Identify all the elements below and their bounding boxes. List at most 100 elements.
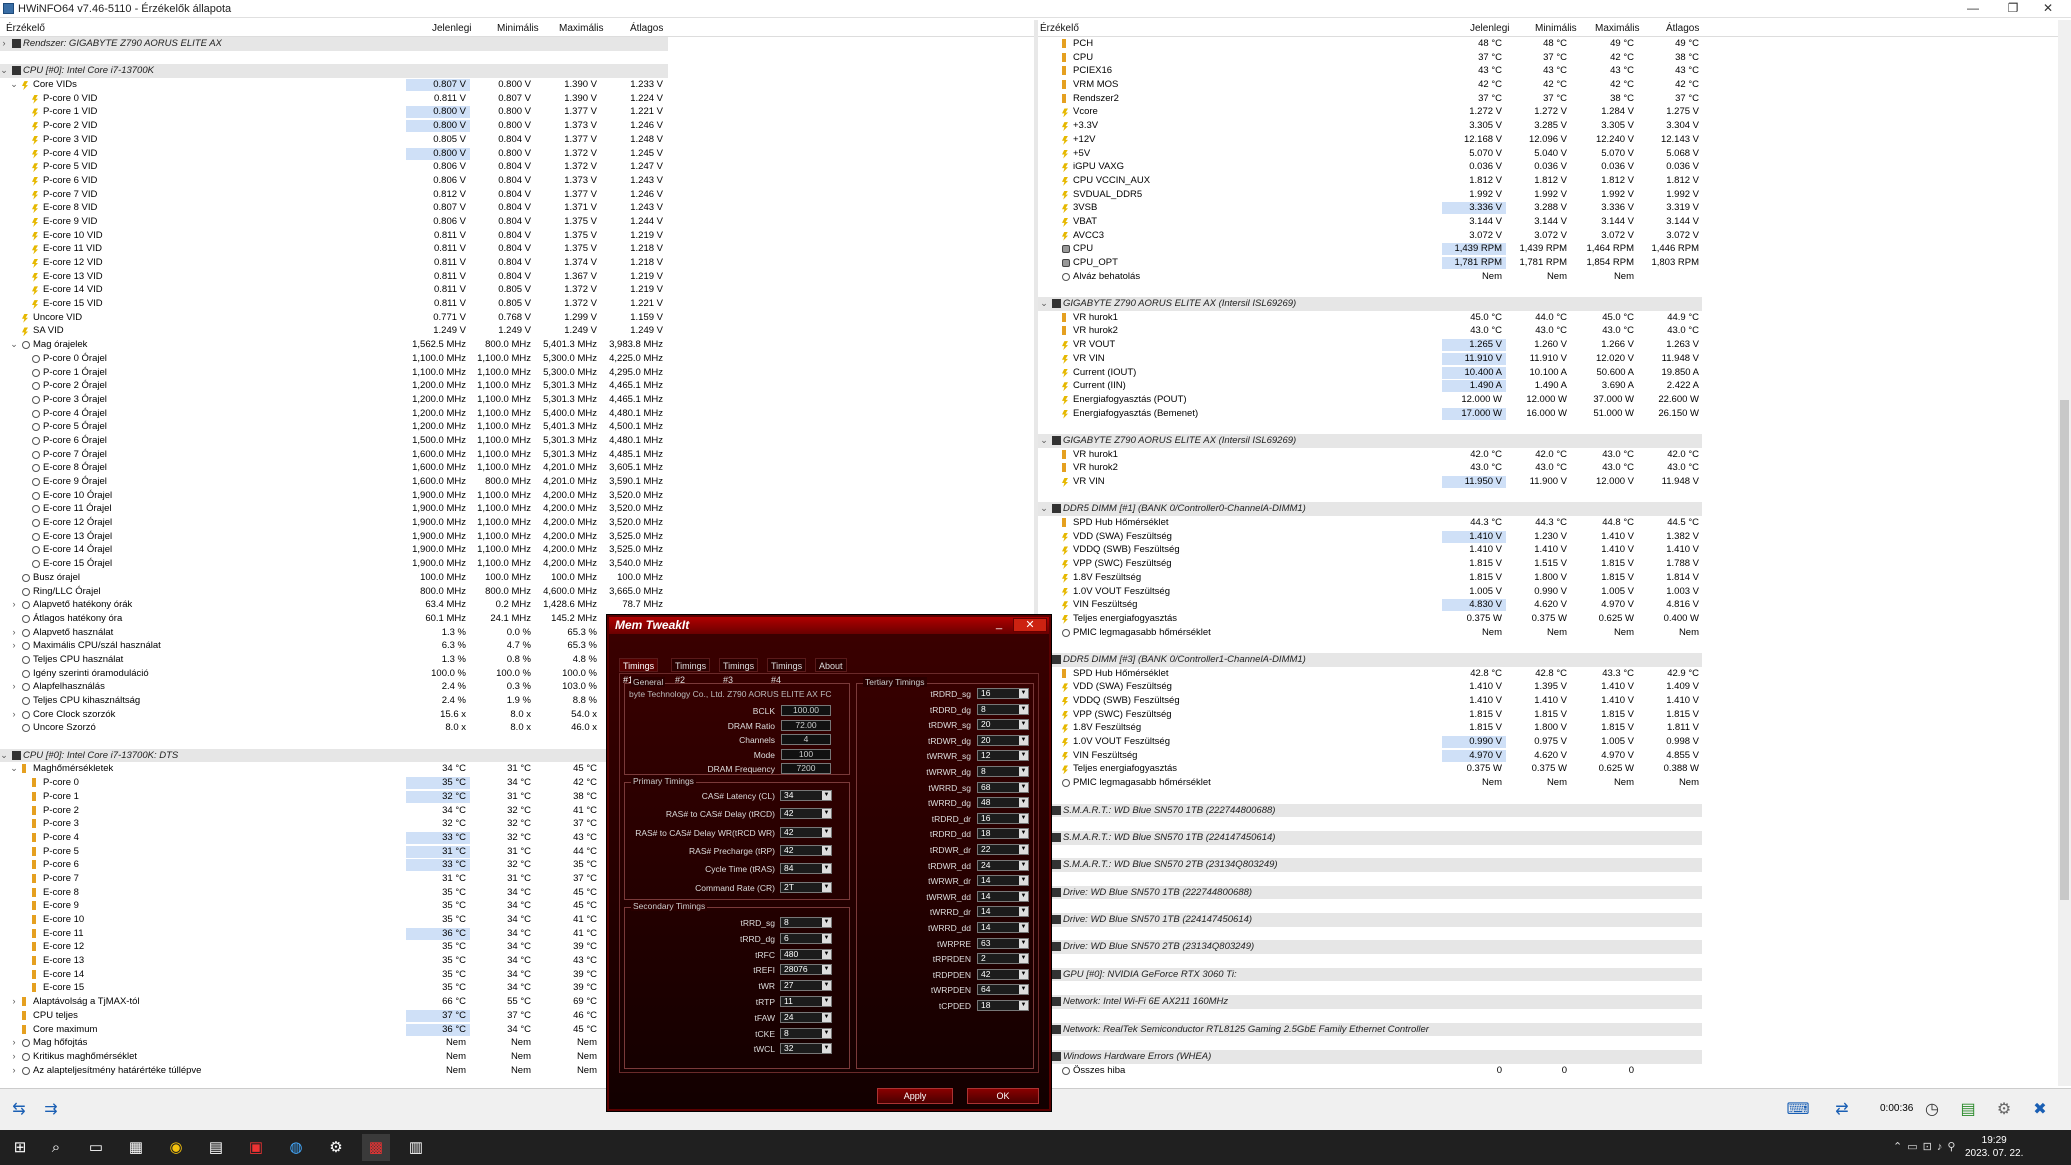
sensor-row[interactable]: P-core 5 VID 0.806 V 0.804 V 1.372 V 1.247 V bbox=[0, 160, 1034, 174]
timing-value-field[interactable]: 8 ▼ bbox=[780, 1027, 832, 1039]
dropdown-arrow-icon[interactable]: ▼ bbox=[1019, 954, 1028, 964]
sensor-row[interactable]: E-core 8 Órajel 1,600.0 MHz 1,100.0 MHz 4,2… bbox=[0, 461, 1034, 475]
expand-toggle-icon[interactable]: › bbox=[10, 1036, 18, 1050]
timing-value-field[interactable]: 100.00 bbox=[781, 705, 831, 716]
timing-value-field[interactable]: 63 ▼ bbox=[977, 937, 1029, 949]
system-tray[interactable]: ⌃▭⊡♪⚲ bbox=[1893, 1140, 1960, 1153]
dropdown-arrow-icon[interactable]: ▼ bbox=[1019, 704, 1028, 714]
sensor-row[interactable]: 1.0V VOUT Feszültség 1.005 V 0.990 V 1.005 … bbox=[1038, 585, 2058, 599]
dropdown-arrow-icon[interactable]: ▼ bbox=[1019, 938, 1028, 948]
sensor-group-row[interactable]: › Rendszer: GIGABYTE Z790 AORUS ELITE AX bbox=[0, 37, 1034, 51]
sensor-row[interactable]: VBAT 3.144 V 3.144 V 3.144 V 3.144 V bbox=[1038, 215, 2058, 229]
sensor-row[interactable]: VPP (SWC) Feszültség 1.815 V 1.515 V 1.815 … bbox=[1038, 557, 2058, 571]
sensor-row[interactable]: VR VIN 11.950 V 11.900 V 12.000 V 11.948 V bbox=[1038, 475, 2058, 489]
col-maximum[interactable]: Maximális bbox=[1595, 23, 1639, 34]
sensor-group-row[interactable]: Drive: WD Blue SN570 1TB (224147450614) bbox=[1038, 913, 2058, 927]
dropdown-arrow-icon[interactable]: ▼ bbox=[1019, 720, 1028, 730]
right-sensor-pane[interactable]: Érzékelő Jelenlegi Minimális Maximális Á… bbox=[1038, 20, 2058, 1086]
sensor-row[interactable]: P-core 6 VID 0.806 V 0.804 V 1.373 V 1.243 V bbox=[0, 174, 1034, 188]
timing-value-field[interactable]: 12 ▼ bbox=[977, 750, 1029, 762]
dropdown-arrow-icon[interactable]: ▼ bbox=[822, 949, 831, 959]
tab-timings-3[interactable]: Timings #3 bbox=[719, 658, 759, 685]
reset-icon[interactable]: ⇄ bbox=[1827, 1097, 1857, 1123]
expand-toggle-icon[interactable]: › bbox=[10, 708, 18, 722]
sensor-row[interactable]: P-core 1 Órajel 1,100.0 MHz 1,100.0 MHz 5,3… bbox=[0, 366, 1034, 380]
sensor-row[interactable]: PMIC legmagasabb hőmérséklet Nem Nem Nem Nem bbox=[1038, 626, 2058, 640]
dropdown-arrow-icon[interactable]: ▼ bbox=[1019, 860, 1028, 870]
sensor-row[interactable]: 1.0V VOUT Feszültség 0.990 V 0.975 V 1.005 … bbox=[1038, 735, 2058, 749]
sensor-row[interactable]: SVDUAL_DDR5 1.992 V 1.992 V 1.992 V 1.992 V bbox=[1038, 188, 2058, 202]
app-icon[interactable]: ▣ bbox=[242, 1134, 270, 1161]
expand-toggle-icon[interactable]: › bbox=[10, 1064, 18, 1078]
sensor-row[interactable]: › Alapvető hatékony órák 63.4 MHz 0.2 MHz 1,… bbox=[0, 598, 1034, 612]
col-minimum[interactable]: Minimális bbox=[1535, 23, 1577, 34]
sensor-row[interactable]: Teljes energiafogyasztás 0.375 W 0.375 W 0.… bbox=[1038, 762, 2058, 776]
sensor-row[interactable]: E-core 11 VID 0.811 V 0.804 V 1.375 V 1.218 … bbox=[0, 242, 1034, 256]
expand-toggle-icon[interactable]: › bbox=[10, 639, 18, 653]
file-explorer-icon[interactable]: ▦ bbox=[122, 1134, 150, 1161]
sensor-row[interactable]: PCIEX16 43 °C 43 °C 43 °C 43 °C bbox=[1038, 64, 2058, 78]
sensor-row[interactable]: SPD Hub Hőmérséklet 42.8 °C 42.8 °C 43.3 °C… bbox=[1038, 667, 2058, 681]
timing-value-field[interactable]: 42 ▼ bbox=[780, 808, 832, 820]
sensor-row[interactable]: SA VID 1.249 V 1.249 V 1.249 V 1.249 V bbox=[0, 324, 1034, 338]
col-maximum[interactable]: Maximális bbox=[559, 23, 603, 34]
cpuz-icon[interactable]: ◍ bbox=[282, 1134, 310, 1161]
task-view-icon[interactable]: ▭ bbox=[82, 1134, 110, 1161]
sensor-row[interactable]: E-core 13 Órajel 1,900.0 MHz 1,100.0 MHz 4,… bbox=[0, 530, 1034, 544]
col-sensor[interactable]: Érzékelő bbox=[6, 23, 45, 34]
timing-value-field[interactable]: 8 ▼ bbox=[780, 917, 832, 928]
sensor-row[interactable]: VR hurok2 43.0 °C 43.0 °C 43.0 °C 43.0 °C bbox=[1038, 324, 2058, 338]
expand-toggle-icon[interactable]: › bbox=[0, 37, 8, 51]
log-icon[interactable]: ▤ bbox=[1953, 1097, 1983, 1123]
timing-value-field[interactable]: 22 ▼ bbox=[977, 844, 1029, 855]
sensor-group-row[interactable]: ⌄DDR5 DIMM [#3] (BANK 0/Controller1-Chan… bbox=[1038, 652, 2058, 667]
timing-value-field[interactable]: 72.00 bbox=[781, 719, 831, 731]
sensor-row[interactable]: P-core 5 Órajel 1,200.0 MHz 1,100.0 MHz 5,4… bbox=[0, 420, 1034, 434]
tab-timings-5[interactable]: About bbox=[815, 658, 847, 672]
expand-toggle-icon[interactable]: ⌄ bbox=[1040, 297, 1048, 311]
sensor-row[interactable]: CPU 1,439 RPM 1,439 RPM 1,464 RPM 1,446 RPM bbox=[1038, 242, 2058, 256]
timing-value-field[interactable]: 6 ▼ bbox=[780, 932, 832, 944]
sensor-row[interactable]: E-core 14 VID 0.811 V 0.805 V 1.372 V 1.219 … bbox=[0, 283, 1034, 297]
sensor-row[interactable]: Busz órajel 100.0 MHz 100.0 MHz 100.0 MHz 10… bbox=[0, 571, 1034, 585]
sensor-row[interactable]: +3.3V 3.305 V 3.285 V 3.305 V 3.304 V bbox=[1038, 119, 2058, 133]
vertical-scrollbar[interactable] bbox=[2058, 20, 2071, 1086]
sensor-row[interactable]: VRM MOS 42 °C 42 °C 42 °C 42 °C bbox=[1038, 78, 2058, 92]
timing-value-field[interactable]: 18 ▼ bbox=[977, 828, 1029, 840]
timing-value-field[interactable]: 42 ▼ bbox=[780, 844, 832, 856]
timing-value-field[interactable]: 14 ▼ bbox=[977, 890, 1029, 902]
dropdown-arrow-icon[interactable]: ▼ bbox=[1019, 782, 1028, 792]
start-icon[interactable]: ⊞ bbox=[6, 1134, 34, 1161]
timing-value-field[interactable]: 480 ▼ bbox=[780, 948, 832, 960]
col-sensor[interactable]: Érzékelő bbox=[1040, 23, 1079, 34]
sensor-row[interactable]: Ring/LLC Órajel 800.0 MHz 800.0 MHz 4,600.0… bbox=[0, 585, 1034, 599]
dropdown-arrow-icon[interactable]: ▼ bbox=[1019, 876, 1028, 886]
expand-toggle-icon[interactable]: ⌄ bbox=[10, 762, 18, 776]
timing-value-field[interactable]: 27 ▼ bbox=[780, 980, 832, 992]
sensor-row[interactable]: E-core 12 VID 0.811 V 0.804 V 1.374 V 1.218 … bbox=[0, 256, 1034, 270]
network-icon[interactable]: ⌨ bbox=[1783, 1097, 1813, 1123]
timing-value-field[interactable]: 24 ▼ bbox=[780, 1011, 832, 1023]
timing-value-field[interactable]: 16 ▼ bbox=[977, 688, 1029, 699]
dropdown-arrow-icon[interactable]: ▼ bbox=[822, 933, 831, 943]
expand-toggle-icon[interactable]: ⌄ bbox=[1040, 502, 1048, 516]
sensor-row[interactable]: P-core 2 VID 0.800 V 0.800 V 1.373 V 1.246 V bbox=[0, 119, 1034, 133]
sensor-group-row[interactable]: Drive: WD Blue SN570 2TB (23134Q803249) bbox=[1038, 940, 2058, 955]
dropdown-arrow-icon[interactable]: ▼ bbox=[1019, 1001, 1028, 1010]
sensor-row[interactable]: P-core 3 Órajel 1,200.0 MHz 1,100.0 MHz 5,3… bbox=[0, 393, 1034, 407]
sensor-row[interactable]: SPD Hub Hőmérséklet 44.3 °C 44.3 °C 44.8 °C… bbox=[1038, 516, 2058, 530]
sensor-row[interactable]: VR hurok2 43.0 °C 43.0 °C 43.0 °C 43.0 °C bbox=[1038, 461, 2058, 475]
sensor-row[interactable]: Teljes energiafogyasztás 0.375 W 0.375 W 0.… bbox=[1038, 612, 2058, 626]
dropdown-arrow-icon[interactable]: ▼ bbox=[1019, 767, 1028, 776]
timing-value-field[interactable]: 84 ▼ bbox=[780, 863, 832, 875]
sensor-row[interactable]: CPU_OPT 1,781 RPM 1,781 RPM 1,854 RPM 1,803 … bbox=[1038, 256, 2058, 270]
expand-toggle-icon[interactable]: › bbox=[10, 626, 18, 640]
expand-toggle-icon[interactable]: ⌄ bbox=[10, 78, 18, 92]
sensor-row[interactable]: P-core 7 Órajel 1,600.0 MHz 1,100.0 MHz 5,3… bbox=[0, 448, 1034, 462]
sensor-row[interactable]: Current (IOUT) 10.400 A 10.100 A 50.600 A 19… bbox=[1038, 366, 2058, 380]
dropdown-arrow-icon[interactable]: ▼ bbox=[1019, 689, 1028, 698]
sensor-row[interactable]: E-core 15 VID 0.811 V 0.805 V 1.372 V 1.221 … bbox=[0, 297, 1034, 311]
sensor-row[interactable]: P-core 4 Órajel 1,200.0 MHz 1,100.0 MHz 5,4… bbox=[0, 407, 1034, 421]
dropdown-arrow-icon[interactable]: ▼ bbox=[1019, 845, 1028, 854]
sensor-row[interactable]: P-core 2 Órajel 1,200.0 MHz 1,100.0 MHz 5,3… bbox=[0, 379, 1034, 393]
